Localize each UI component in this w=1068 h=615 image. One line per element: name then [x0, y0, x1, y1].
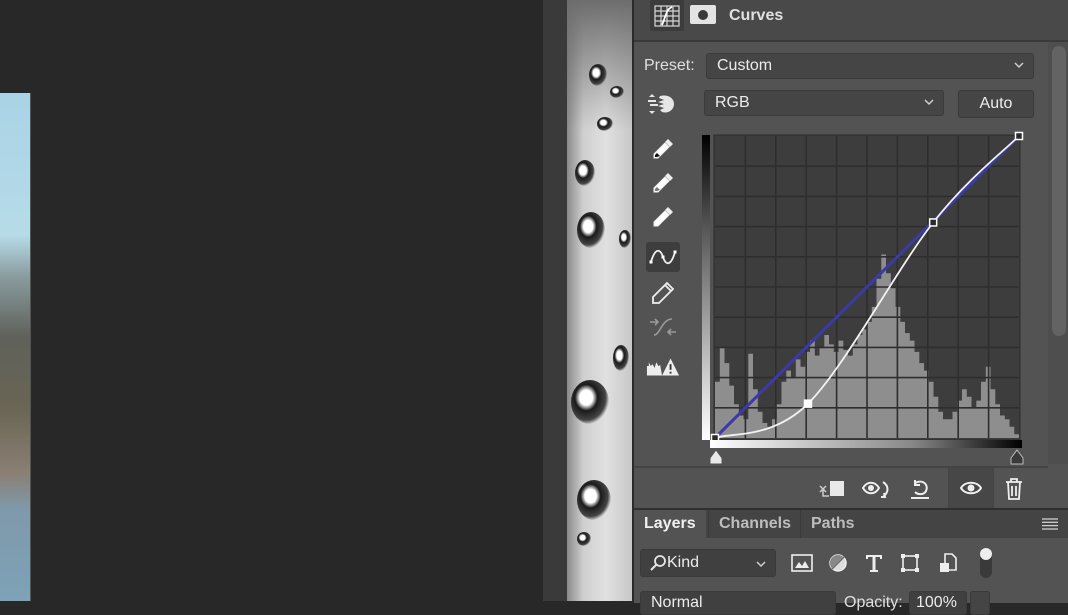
canvas-area [0, 0, 543, 601]
view-previous-state-icon [861, 481, 889, 498]
filter-toggle-icon [980, 548, 992, 578]
blend-mode-select[interactable]: Normal [640, 591, 836, 615]
shape-layer-filter-button[interactable] [898, 552, 922, 574]
type-layer-filter-button[interactable] [862, 552, 886, 574]
droplet [577, 212, 605, 248]
droplet [577, 480, 611, 520]
layers-panel: Layers Channels Paths Kind Normal Opacit… [632, 508, 1068, 615]
tab-paths[interactable]: Paths [800, 510, 865, 538]
reset-button[interactable] [904, 474, 936, 504]
delete-button[interactable] [998, 474, 1030, 504]
clipping-warning-icon [646, 358, 680, 376]
adjustment-layer-filter-icon [829, 554, 847, 572]
droplet [613, 345, 629, 371]
opacity-dropdown-button[interactable] [970, 591, 990, 615]
adjustment-layer-filter-button[interactable] [826, 552, 850, 574]
droplet [597, 117, 613, 131]
droplet [610, 86, 624, 98]
chevron-down-icon [1014, 62, 1024, 69]
droplet [571, 380, 609, 424]
droplet [589, 64, 607, 86]
pixel-layer-filter-button[interactable] [790, 552, 814, 574]
channel-select[interactable]: RGB [704, 90, 944, 116]
output-gradient-bar [702, 135, 710, 440]
pencil-draw-button[interactable] [646, 278, 680, 308]
smart-object-filter-icon [940, 553, 957, 572]
panel-title: Curves [729, 7, 784, 24]
pencil-draw-icon [652, 281, 675, 304]
channel-value: RGB [715, 94, 750, 111]
filter-kind-select[interactable]: Kind [640, 549, 776, 577]
properties-footer [634, 466, 1048, 508]
type-layer-filter-icon [866, 555, 882, 572]
clip-to-layer-icon [819, 481, 844, 497]
layers-tabbar: Layers Channels Paths [634, 510, 1068, 538]
edit-points-curve-icon [649, 249, 677, 265]
filter-kind-value: Kind [667, 554, 700, 571]
gray-point-eyedropper-button[interactable] [646, 168, 680, 198]
black-point-eyedropper-button[interactable] [646, 134, 680, 164]
droplet [619, 230, 631, 248]
opacity-label: Opacity: [844, 594, 903, 611]
curves-adjustment-icon[interactable] [650, 0, 684, 31]
toggle-visibility-button[interactable] [948, 468, 994, 508]
chevron-down-icon [756, 561, 766, 568]
white-point-slider[interactable] [1010, 449, 1024, 465]
scrollbar-thumb[interactable] [1052, 46, 1066, 336]
targeted-adjustment-hand-icon[interactable] [646, 92, 680, 116]
edit-points-curve-button[interactable] [646, 242, 680, 272]
filter-toggle-button[interactable] [974, 546, 998, 580]
curve-control-point[interactable] [1014, 131, 1024, 141]
auto-button[interactable]: Auto [958, 90, 1034, 118]
smooth-curve-button [646, 312, 680, 342]
document-photo[interactable] [0, 93, 31, 601]
black-point-eyedropper-icon [653, 139, 673, 159]
opacity-field[interactable]: 100% [909, 591, 967, 615]
search-icon [650, 555, 666, 571]
gray-point-eyedropper-icon [653, 173, 673, 193]
clipping-warning-button[interactable] [646, 352, 680, 382]
delete-icon [1006, 478, 1022, 500]
tab-layers[interactable]: Layers [634, 510, 706, 538]
preset-label: Preset: [644, 57, 695, 74]
pixel-layer-filter-icon [791, 554, 813, 572]
white-point-eyedropper-button[interactable] [646, 202, 680, 232]
tab-channels[interactable]: Channels [708, 510, 801, 538]
mask-circle [698, 9, 708, 20]
properties-panel: Curves Preset: Custom RGB Auto [632, 0, 1068, 508]
shape-layer-filter-icon [901, 554, 919, 572]
curve-control-point[interactable] [928, 218, 938, 227]
droplet [577, 532, 591, 546]
smooth-curve-icon [650, 318, 676, 336]
curves-graph[interactable] [702, 130, 1032, 470]
preset-select[interactable]: Custom [706, 53, 1034, 79]
panel-menu-icon[interactable] [1042, 518, 1058, 530]
layer-mask-icon[interactable] [690, 5, 716, 24]
input-gradient-bar [710, 440, 1022, 448]
white-point-eyedropper-icon [653, 207, 673, 227]
properties-header: Curves [634, 0, 1068, 42]
water-droplet-image[interactable] [567, 0, 632, 601]
view-previous-state-button[interactable] [860, 474, 892, 504]
preset-value: Custom [717, 57, 773, 74]
toggle-visibility-icon [959, 481, 983, 495]
canvas-divider [543, 0, 567, 601]
droplet [575, 160, 595, 186]
black-point-slider[interactable] [709, 449, 723, 465]
chevron-down-icon [924, 99, 934, 106]
smart-object-filter-button[interactable] [936, 552, 960, 574]
clip-to-layer-button[interactable] [816, 474, 848, 504]
reset-icon [911, 480, 929, 499]
curve-control-point[interactable] [803, 399, 813, 408]
